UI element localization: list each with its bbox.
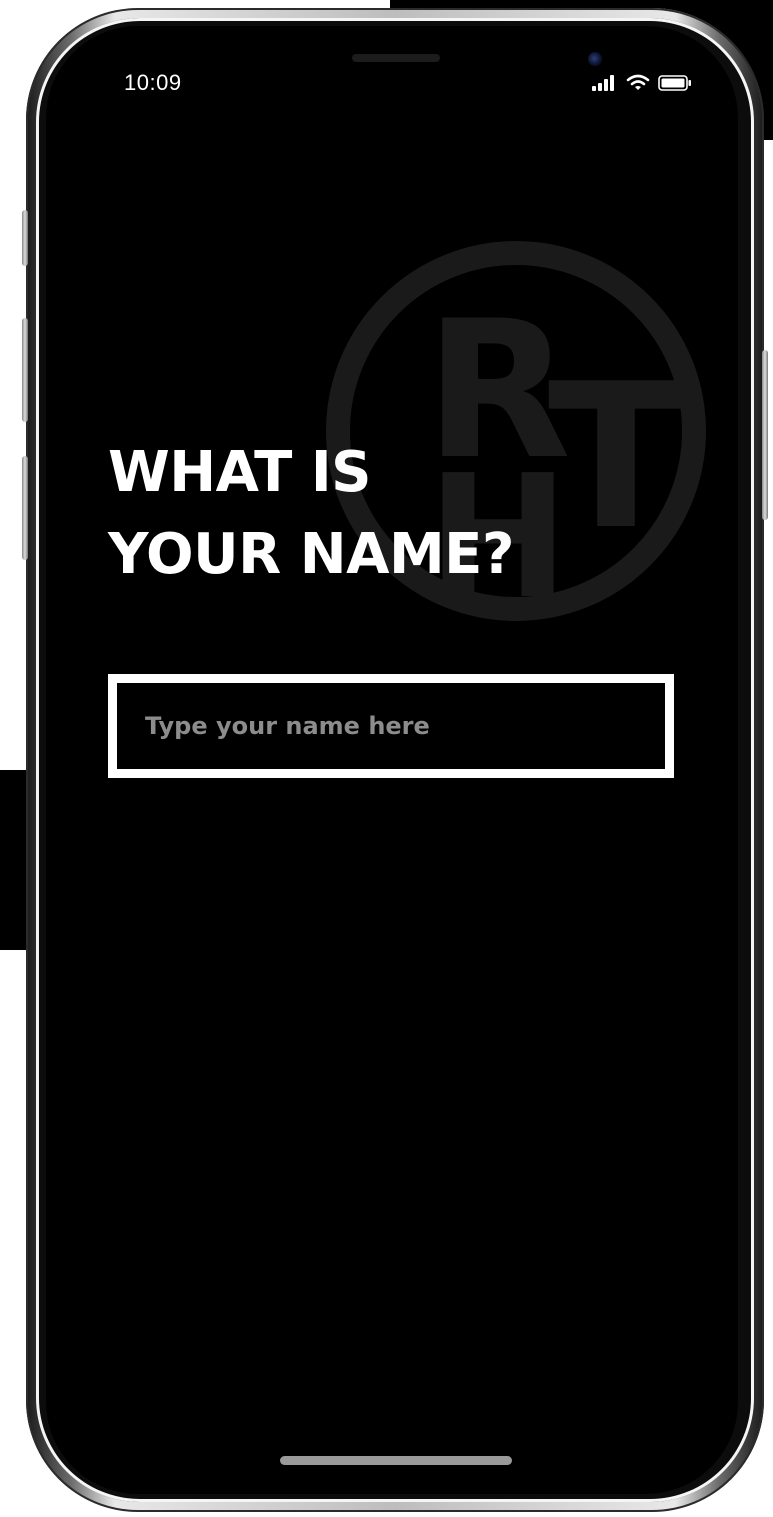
status-time: 10:09 xyxy=(124,70,182,95)
name-input[interactable] xyxy=(108,674,674,778)
page-title-line-1: WHAT IS xyxy=(108,440,371,505)
volume-down-button xyxy=(22,456,28,560)
page-title-line-2: YOUR NAME? xyxy=(108,522,514,587)
speaker-grille xyxy=(352,54,440,62)
front-camera xyxy=(588,52,602,66)
page-title: WHAT IS YOUR NAME? xyxy=(108,432,514,596)
silent-switch xyxy=(22,210,28,266)
logo-letter-t: T xyxy=(548,341,684,574)
battery-icon xyxy=(658,75,691,91)
cellular-signal-icon xyxy=(592,75,614,91)
status-icons xyxy=(592,74,692,92)
home-indicator[interactable] xyxy=(280,1456,512,1465)
wifi-icon xyxy=(626,74,650,90)
power-button xyxy=(762,350,768,520)
notch xyxy=(166,26,618,86)
volume-up-button xyxy=(22,318,28,422)
app-screen: 10:09 R H T WHAT IS YOUR NAME? xyxy=(46,26,738,1494)
